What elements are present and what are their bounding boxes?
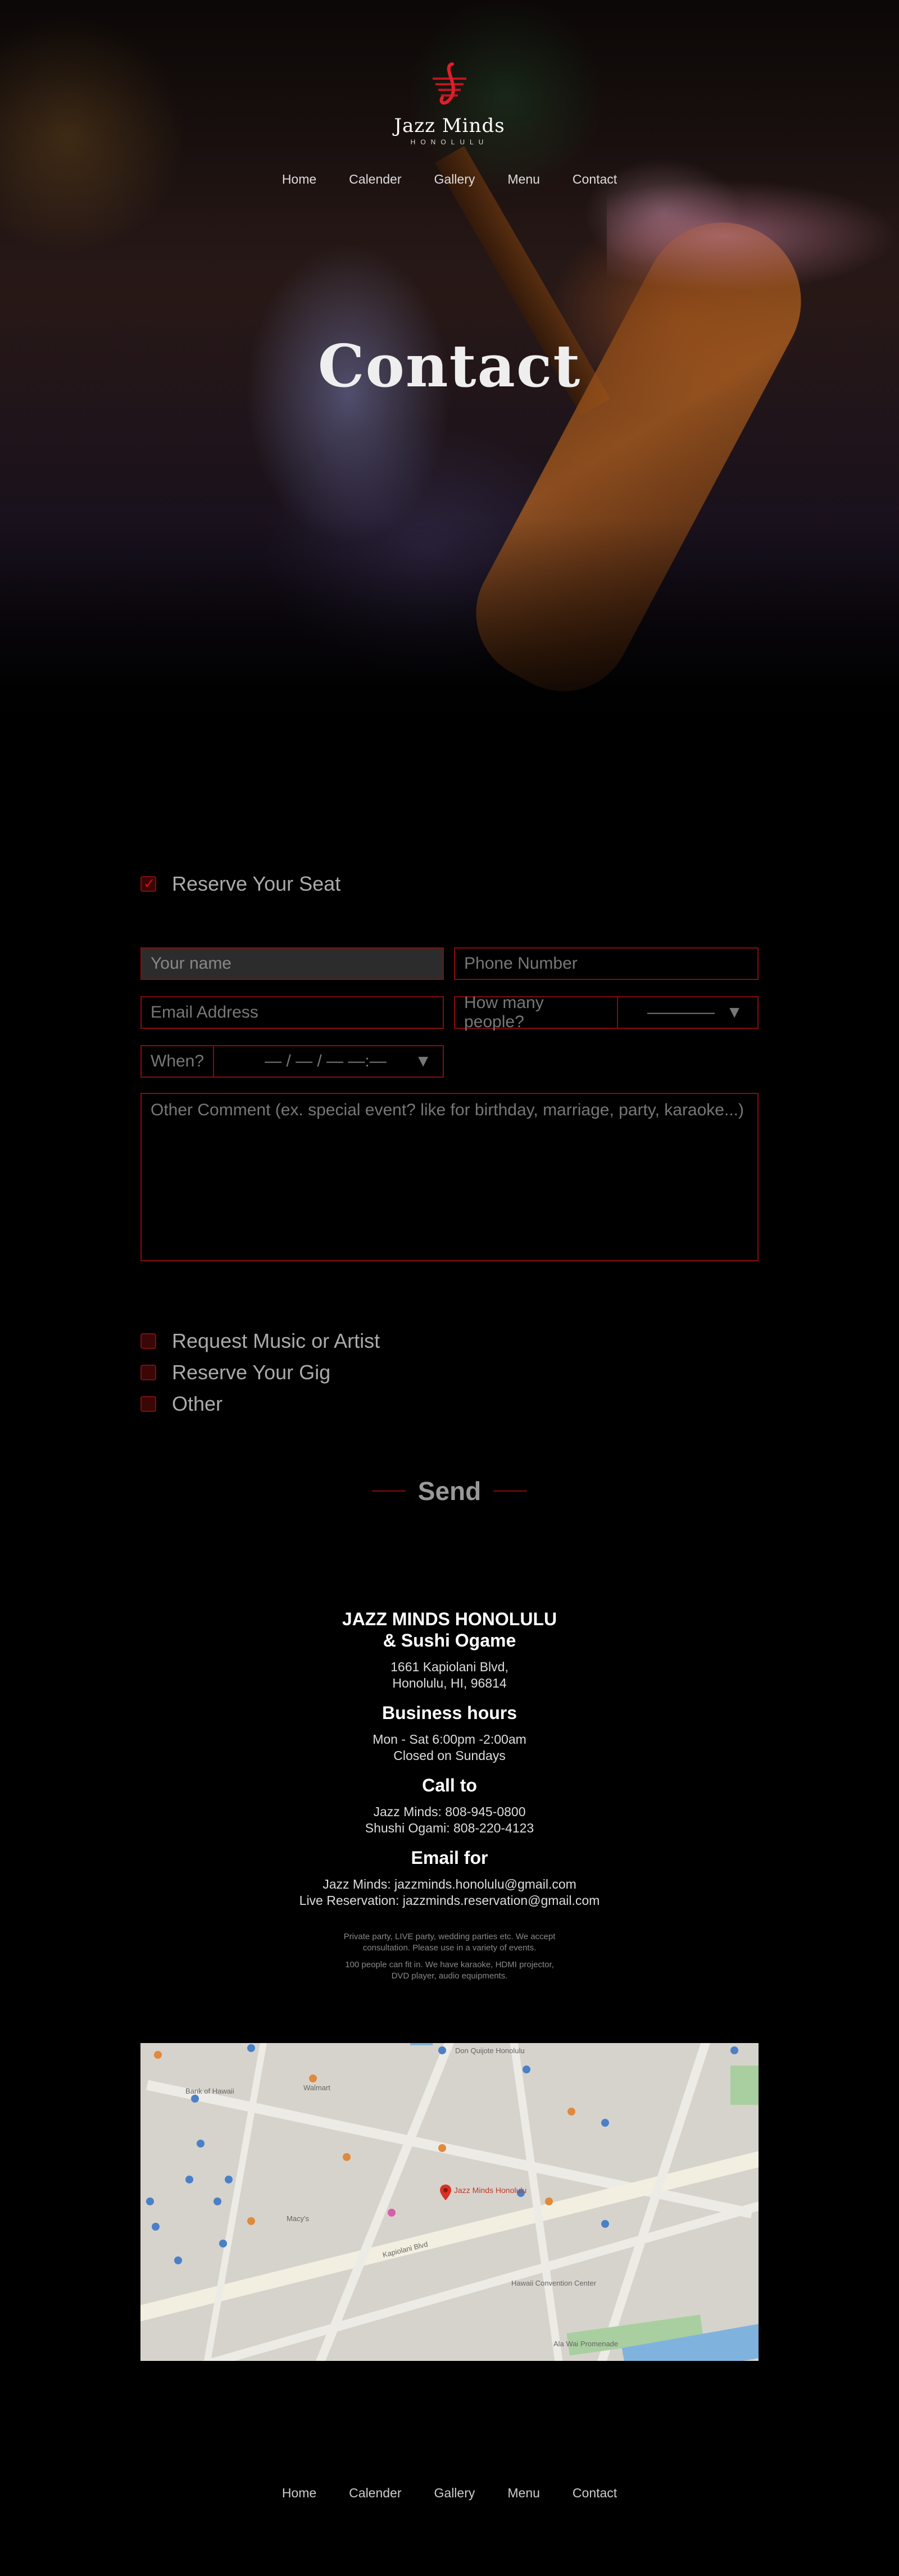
request-music-checkbox[interactable] — [140, 1333, 156, 1349]
reserve-gig-checkbox[interactable] — [140, 1365, 156, 1380]
nav-contact[interactable]: Contact — [573, 172, 617, 187]
email-title: Email for — [411, 1848, 488, 1868]
comment-placeholder: Other Comment (ex. special event? like f… — [151, 1101, 744, 1119]
email-line: Live Reservation: jazzminds.reservation@… — [299, 1893, 600, 1908]
phone-field[interactable]: Phone Number — [454, 947, 759, 980]
hero-hand-image — [607, 180, 899, 292]
map-pin-icon[interactable] — [440, 2185, 451, 2200]
option-other[interactable]: Other — [140, 1388, 380, 1420]
brand-logo[interactable]: Jazz Minds HONOLULU — [393, 62, 506, 146]
divider — [493, 1490, 528, 1492]
when-value: — / — / — —:— — [265, 1052, 387, 1070]
footer-nav-home[interactable]: Home — [282, 2486, 316, 2501]
nav-home[interactable]: Home — [282, 172, 316, 187]
footer-nav: Home Calender Gallery Menu Contact — [0, 2486, 899, 2501]
footer-nav-gallery[interactable]: Gallery — [434, 2486, 475, 2501]
call-title: Call to — [422, 1775, 477, 1795]
comment-textarea[interactable]: Other Comment (ex. special event? like f… — [140, 1093, 759, 1261]
people-select[interactable]: ———— ▼ — [618, 1003, 757, 1022]
phone-placeholder: Phone Number — [464, 954, 578, 973]
location-map[interactable]: Bank of Hawaii Ala Wai Promenade Hawaii … — [140, 2043, 759, 2361]
map-label: Ala Wai Promenade — [553, 2340, 619, 2348]
top-nav: Home Calender Gallery Menu Contact — [0, 172, 899, 187]
phone-line: Jazz Minds: 808-945-0800 — [373, 1804, 526, 1819]
other-checkbox[interactable] — [140, 1396, 156, 1412]
reserve-seat-checkbox[interactable] — [140, 875, 156, 892]
footer-nav-calender[interactable]: Calender — [349, 2486, 401, 2501]
people-value: ———— — [647, 1003, 715, 1022]
reserve-seat-label: Reserve Your Seat — [172, 872, 341, 895]
option-reserve-gig[interactable]: Reserve Your Gig — [140, 1357, 380, 1388]
note-line: Private party, LIVE party, wedding parti… — [343, 1932, 556, 1941]
chevron-down-icon: ▼ — [415, 1052, 432, 1070]
email-placeholder: Email Address — [151, 1003, 258, 1022]
map-label: Hawaii Convention Center — [511, 2279, 597, 2287]
reserve-seat-option[interactable]: Reserve Your Seat — [140, 872, 340, 896]
venue-name-2: & Sushi Ogame — [383, 1630, 516, 1651]
email-line: Jazz Minds: jazzminds.honolulu@gmail.com — [323, 1877, 576, 1891]
divider — [371, 1490, 406, 1492]
note-line: 100 people can fit in. We have karaoke, … — [345, 1960, 554, 1969]
chevron-down-icon: ▼ — [726, 1003, 743, 1022]
nav-calender[interactable]: Calender — [349, 172, 401, 187]
phone-line: Shushi Ogami: 808-220-4123 — [365, 1821, 534, 1835]
map-pin-label: Jazz Minds Honolulu — [454, 2186, 527, 2195]
email-field[interactable]: Email Address — [140, 996, 444, 1029]
nav-menu[interactable]: Menu — [507, 172, 540, 187]
hero-banner: Jazz Minds HONOLULU Home Calender Galler… — [0, 0, 899, 741]
contact-info: JAZZ MINDS HONOLULU & Sushi Ogame 1661 K… — [0, 1608, 899, 1982]
note-line: DVD player, audio equipments. — [391, 1971, 508, 1981]
people-field: How many people? ———— ▼ — [454, 993, 759, 1031]
option-label: Reserve Your Gig — [172, 1361, 331, 1384]
address-line: 1661 Kapiolani Blvd, — [391, 1659, 508, 1674]
saxophone-icon — [433, 62, 466, 105]
option-label: Request Music or Artist — [172, 1329, 380, 1352]
option-request-music[interactable]: Request Music or Artist — [140, 1325, 380, 1357]
name-placeholder: Your name — [151, 954, 231, 973]
map-label: Bank of Hawaii — [185, 2087, 234, 2095]
hours-title: Business hours — [382, 1703, 517, 1723]
map-label: Macy's — [287, 2214, 310, 2223]
page-title: Contact — [317, 331, 582, 400]
nav-gallery[interactable]: Gallery — [434, 172, 475, 187]
people-label: How many people? — [455, 993, 618, 1031]
when-label: When? — [142, 1046, 215, 1077]
request-options: Request Music or Artist Reserve Your Gig… — [140, 1325, 380, 1420]
send-label: Send — [417, 1476, 482, 1506]
map-label: Don Quijote Honolulu — [455, 2046, 525, 2055]
footer-nav-contact[interactable]: Contact — [573, 2486, 617, 2501]
brand-name: Jazz Minds — [394, 115, 505, 137]
name-field[interactable]: Your name — [140, 947, 444, 980]
datetime-select[interactable]: — / — / — —:— ▼ — [214, 1052, 443, 1071]
note-line: consultation. Please use in a variety of… — [362, 1943, 537, 1953]
hero-guitar-image — [452, 194, 829, 715]
option-label: Other — [172, 1392, 223, 1415]
venue-name: JAZZ MINDS HONOLULU — [342, 1609, 557, 1629]
when-field: When? — / — / — —:— ▼ — [140, 1045, 444, 1078]
send-button[interactable]: Send — [0, 1476, 899, 1506]
map-label: Walmart — [303, 2083, 330, 2092]
address-line: Honolulu, HI, 96814 — [392, 1676, 507, 1690]
hours-line: Closed on Sundays — [393, 1748, 506, 1763]
footer-nav-menu[interactable]: Menu — [507, 2486, 540, 2501]
brand-subtitle: HONOLULU — [410, 138, 489, 146]
hours-line: Mon - Sat 6:00pm -2:00am — [373, 1732, 526, 1747]
